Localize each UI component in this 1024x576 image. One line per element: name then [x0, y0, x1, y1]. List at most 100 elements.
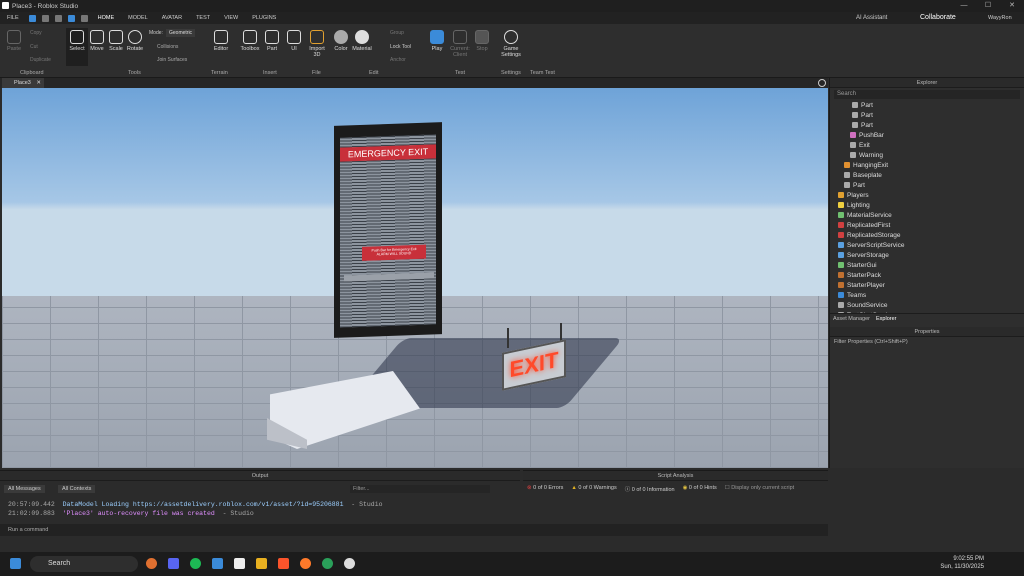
explorer-item[interactable]: Lighting: [834, 201, 1024, 211]
play-button[interactable]: Play: [426, 30, 448, 52]
tab-view[interactable]: VIEW: [217, 12, 245, 24]
explorer-item[interactable]: Part: [834, 111, 1024, 121]
tab-home[interactable]: HOME: [90, 12, 122, 25]
info-filter[interactable]: ⓘ 0 of 0 Information: [625, 485, 675, 493]
brave-icon[interactable]: [278, 558, 289, 569]
viewport-settings-icon[interactable]: [818, 79, 826, 87]
play-quick-icon[interactable]: [28, 14, 36, 22]
explorer-item[interactable]: Players: [834, 191, 1024, 201]
tab-place3[interactable]: Place3 ✕: [2, 78, 44, 88]
user-menu[interactable]: WayyRon: [988, 12, 1012, 24]
mode-dropdown[interactable]: Geometric: [166, 29, 196, 37]
copy-button[interactable]: Copy: [30, 30, 42, 36]
file-menu[interactable]: FILE: [0, 12, 26, 24]
terrain-editor-button[interactable]: Editor: [210, 30, 232, 52]
discord-icon[interactable]: [168, 558, 179, 569]
explorer-item[interactable]: ReplicatedStorage: [834, 231, 1024, 241]
script-analysis-header: Script Analysis: [523, 471, 828, 481]
current-script-checkbox[interactable]: ☐ Display only current script: [725, 485, 794, 493]
ai-assistant-button[interactable]: AI Assistant: [856, 12, 887, 24]
game-settings-button[interactable]: Game Settings: [499, 30, 523, 58]
close-button[interactable]: ✕: [1000, 0, 1024, 12]
paste-button[interactable]: Paste: [3, 30, 25, 52]
minimize-button[interactable]: —: [952, 0, 976, 12]
save-quick-icon[interactable]: [41, 14, 49, 22]
tab-plugins[interactable]: PLUGINS: [245, 12, 283, 24]
part-button[interactable]: Part: [261, 30, 283, 52]
tab-avatar[interactable]: AVATAR: [155, 12, 189, 24]
file-explorer-icon[interactable]: [256, 558, 267, 569]
close-tab-icon[interactable]: ✕: [36, 80, 41, 86]
explorer-item[interactable]: StarterGui: [834, 261, 1024, 271]
explorer-search-input[interactable]: Search: [834, 90, 1020, 99]
explorer-item[interactable]: PushBar: [834, 131, 1024, 141]
duplicate-button[interactable]: Duplicate: [30, 57, 51, 63]
explorer-item[interactable]: Baseplate: [834, 171, 1024, 181]
undo-quick-icon[interactable]: [54, 14, 62, 22]
firefox-icon[interactable]: [146, 558, 157, 569]
select-button[interactable]: Select: [66, 28, 88, 66]
explorer-item-label: ReplicatedFirst: [847, 222, 891, 229]
group-button[interactable]: Group: [390, 30, 404, 36]
explorer-item[interactable]: Teams: [834, 291, 1024, 301]
window-title: Place3 - Roblox Studio: [12, 2, 79, 10]
errors-filter[interactable]: ⊗ 0 of 0 Errors: [527, 485, 563, 493]
tab-test[interactable]: TEST: [189, 12, 217, 24]
explorer-item[interactable]: Exit: [834, 141, 1024, 151]
color-button[interactable]: Color: [330, 30, 352, 52]
roblox-studio-taskbar-icon[interactable]: [234, 558, 245, 569]
viewport-3d[interactable]: EMERGENCY EXIT Push Bar for Emergency Ex…: [2, 88, 828, 468]
taskbar-search[interactable]: Search: [30, 556, 138, 572]
toolbox-button[interactable]: Toolbox: [239, 30, 261, 52]
right-panel: Explorer Search Part Part Part PushBar Exit W…: [829, 78, 1024, 468]
tab-asset-manager[interactable]: Asset Manager: [833, 314, 870, 323]
roblox-icon[interactable]: [212, 558, 223, 569]
hints-filter[interactable]: ◉ 0 of 0 Hints: [683, 485, 717, 493]
rotate-button[interactable]: Rotate: [124, 30, 146, 52]
collaborate-button[interactable]: Collaborate: [920, 12, 956, 24]
emergency-exit-door[interactable]: EMERGENCY EXIT Push Bar for Emergency Ex…: [334, 122, 442, 338]
app-icon-3[interactable]: [344, 558, 355, 569]
explorer-item[interactable]: Part: [834, 181, 1024, 191]
lock-tool-button[interactable]: Lock Tool: [390, 44, 411, 50]
app-icon[interactable]: [300, 558, 311, 569]
cut-button[interactable]: Cut: [30, 44, 38, 50]
material-button[interactable]: Material: [351, 30, 373, 52]
warnings-filter[interactable]: ▲ 0 of 0 Warnings: [571, 485, 616, 493]
explorer-item-label: PushBar: [859, 132, 884, 139]
explorer-item[interactable]: SoundService: [834, 301, 1024, 311]
message-filter-dropdown[interactable]: All Messages: [4, 485, 45, 493]
stop-button[interactable]: Stop: [471, 30, 493, 52]
explorer-item[interactable]: ServerStorage: [834, 251, 1024, 261]
explorer-item[interactable]: StarterPack: [834, 271, 1024, 281]
anchor-button[interactable]: Anchor: [390, 57, 406, 63]
context-filter-dropdown[interactable]: All Contexts: [58, 485, 96, 493]
explorer-item[interactable]: MaterialService: [834, 211, 1024, 221]
output-filter-input[interactable]: Filter...: [350, 485, 490, 493]
redo-quick-icon[interactable]: [80, 14, 88, 22]
explorer-item[interactable]: Part: [834, 121, 1024, 131]
tab-model[interactable]: MODEL: [121, 12, 155, 24]
maximize-button[interactable]: ☐: [976, 0, 1000, 12]
join-surfaces-toggle[interactable]: Join Surfaces: [157, 57, 187, 63]
current-client-button[interactable]: Current: Client: [449, 30, 471, 58]
command-bar[interactable]: Run a command: [0, 524, 828, 536]
explorer-item-label: ServerStorage: [847, 252, 889, 259]
explorer-item[interactable]: StarterPlayer: [834, 281, 1024, 291]
explorer-item[interactable]: HangingExit: [834, 161, 1024, 171]
explorer-item-icon: [852, 122, 858, 128]
windows-start-icon[interactable]: [10, 558, 21, 569]
explorer-item[interactable]: Part: [834, 101, 1024, 111]
app-icon-2[interactable]: [322, 558, 333, 569]
explorer-item[interactable]: ReplicatedFirst: [834, 221, 1024, 231]
spotify-icon[interactable]: [190, 558, 201, 569]
properties-filter-input[interactable]: Filter Properties (Ctrl+Shift+P): [830, 337, 1024, 347]
explorer-item[interactable]: ServerScriptService: [834, 241, 1024, 251]
clock[interactable]: 9:02:55 PM Sun, 11/30/2025: [940, 555, 984, 571]
publish-quick-icon[interactable]: [67, 14, 75, 22]
ui-button[interactable]: UI: [283, 30, 305, 52]
collisions-toggle[interactable]: Collisions: [157, 44, 178, 50]
import-3d-button[interactable]: Import 3D: [306, 30, 328, 58]
explorer-item[interactable]: Warning: [834, 151, 1024, 161]
tab-explorer[interactable]: Explorer: [876, 314, 896, 323]
